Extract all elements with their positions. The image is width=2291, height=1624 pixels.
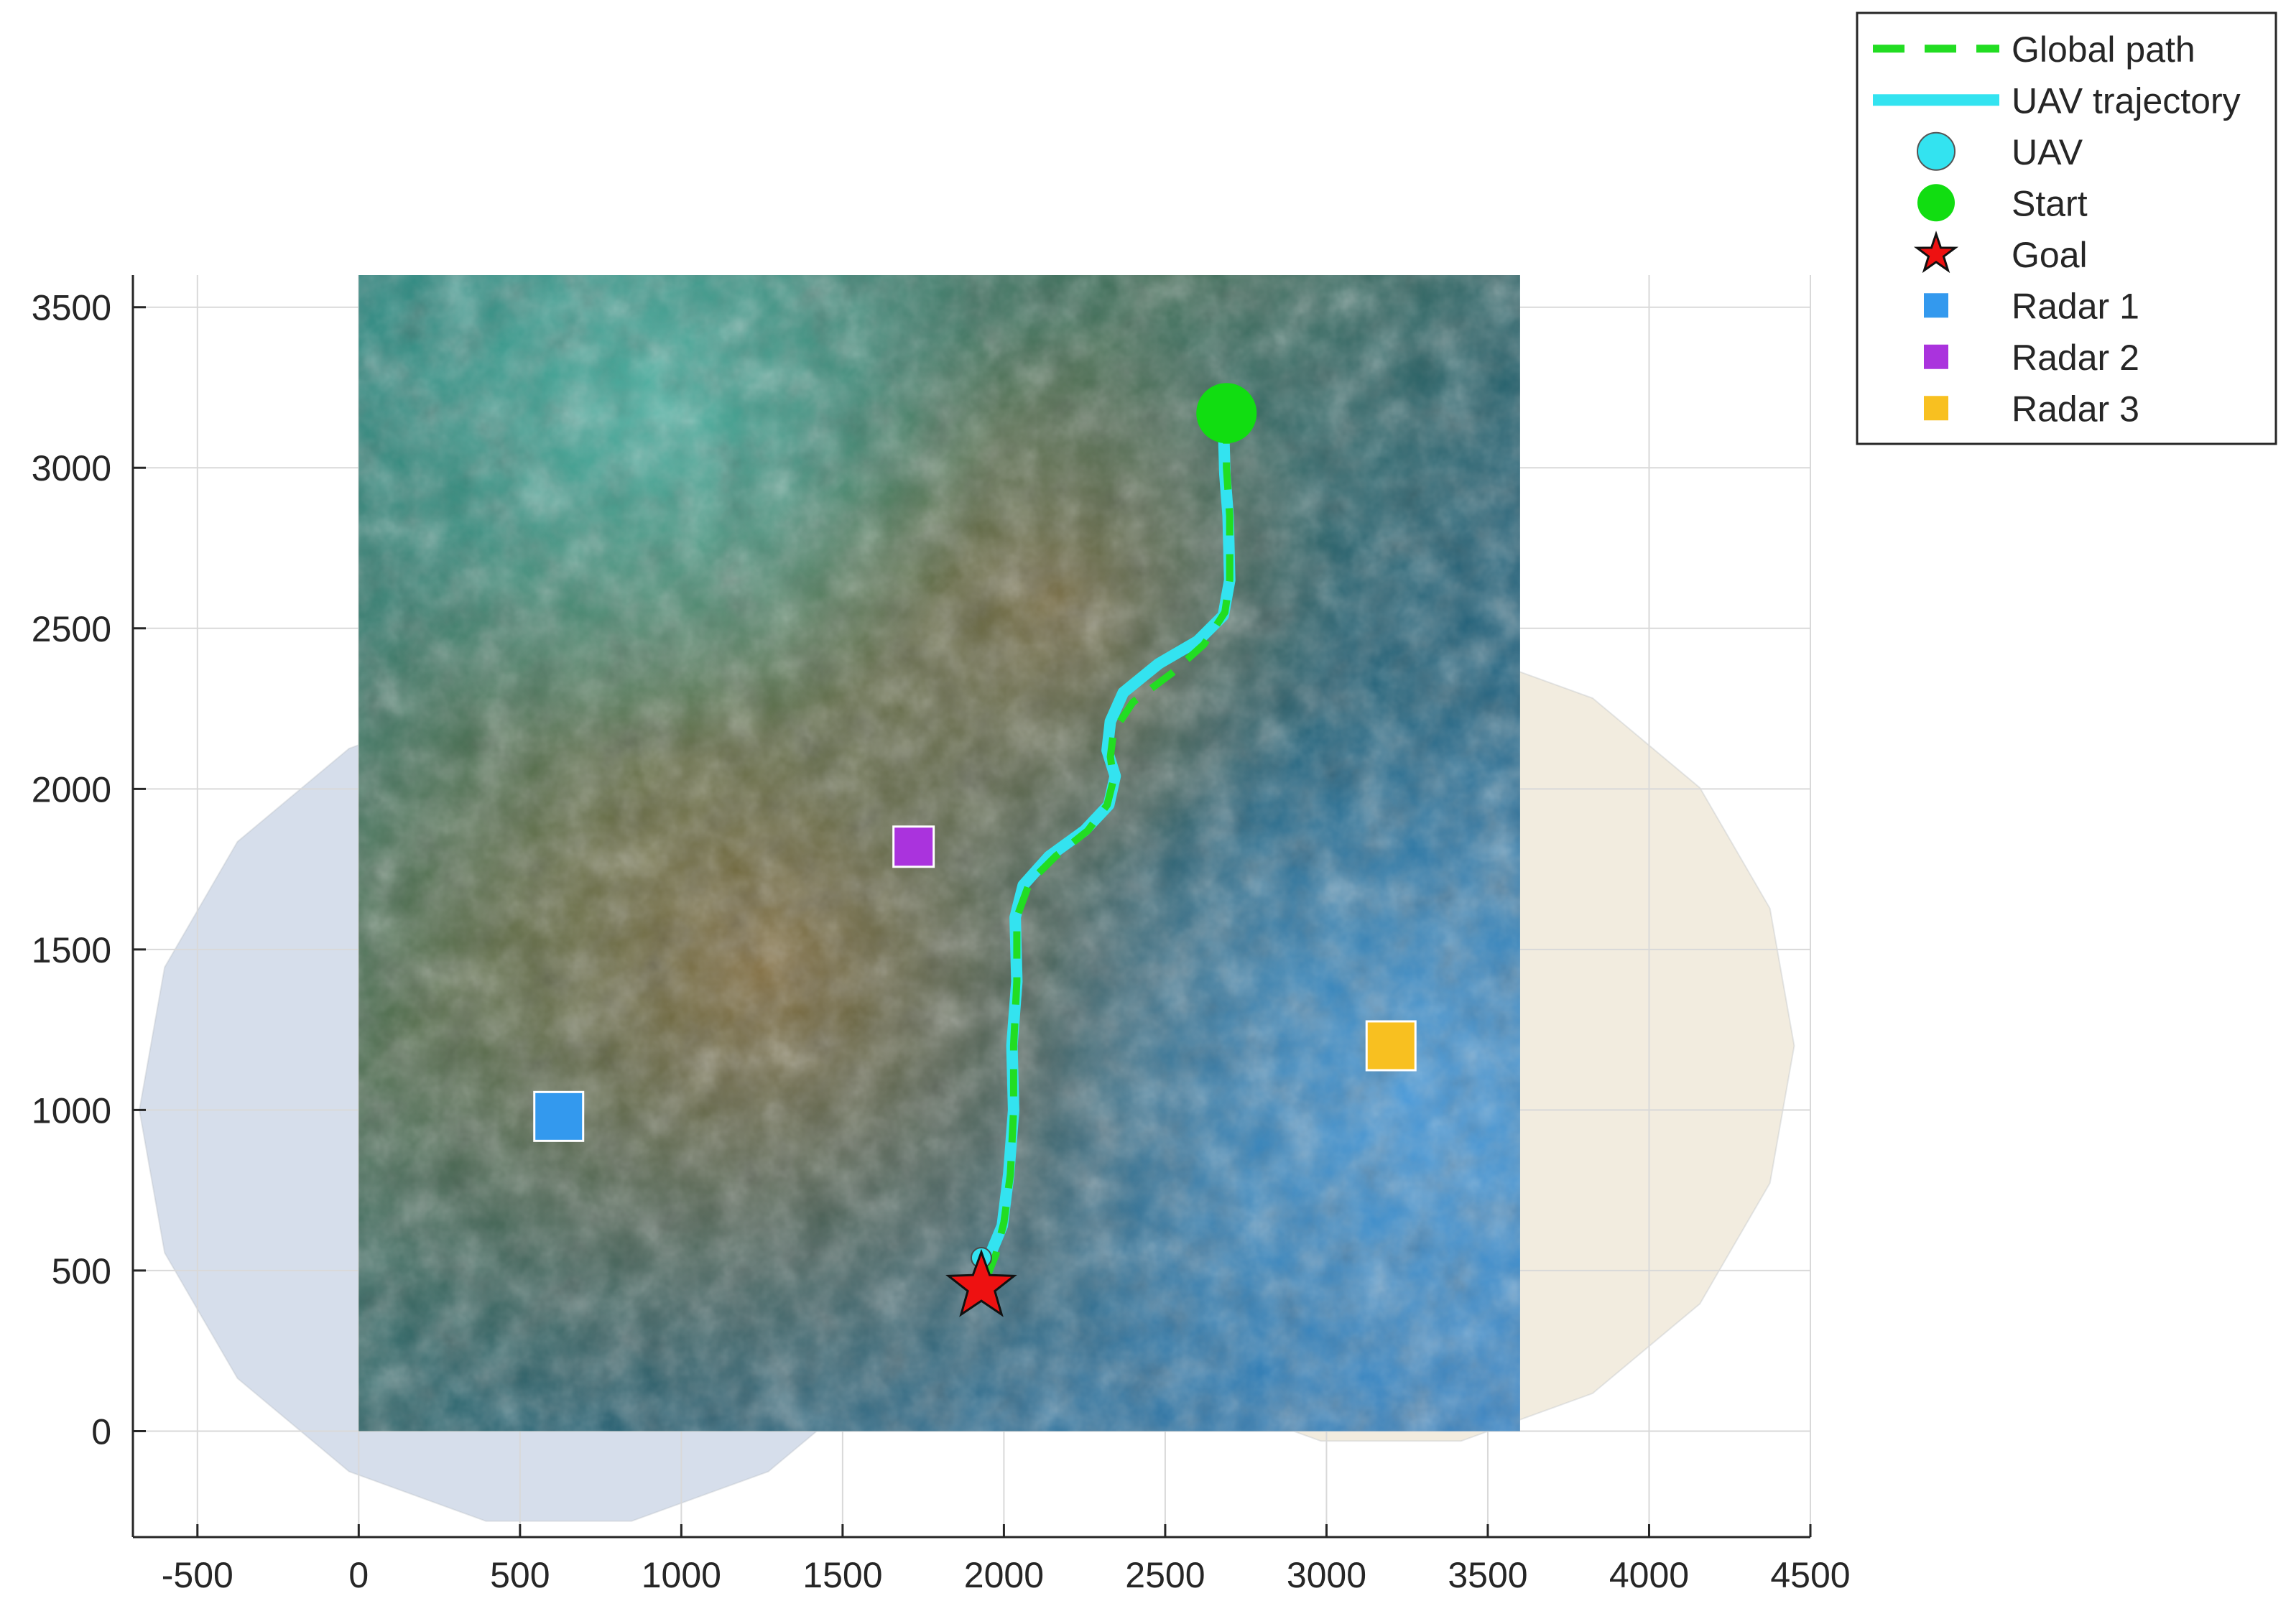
- x-tick-label: 1000: [642, 1555, 721, 1595]
- x-tick-label: 1500: [802, 1555, 882, 1595]
- marker-start: [1196, 383, 1257, 444]
- legend-label: UAV trajectory: [2012, 80, 2241, 121]
- terrain-texture: [358, 275, 1520, 1432]
- legend-label: Radar 1: [2012, 286, 2139, 326]
- y-tick-label: 1500: [32, 930, 111, 970]
- x-tick-label: 500: [490, 1555, 550, 1595]
- y-tick-label: 2000: [32, 769, 111, 809]
- y-tick-label: 3500: [32, 288, 111, 328]
- legend-symbol: [1917, 131, 1956, 171]
- legend-label: Radar 3: [2012, 389, 2139, 429]
- y-tick-label: 0: [91, 1411, 111, 1452]
- y-tick-label: 3000: [32, 448, 111, 488]
- x-tick-label: 3500: [1448, 1555, 1527, 1595]
- terrain-map: [358, 275, 1520, 1432]
- x-tick-label: 4000: [1609, 1555, 1689, 1595]
- legend-symbol: [1917, 184, 1955, 222]
- legend-label: Radar 2: [2012, 338, 2139, 378]
- x-tick-label: 2500: [1125, 1555, 1205, 1595]
- x-tick-label: 0: [348, 1555, 369, 1595]
- legend-label: Global path: [2012, 29, 2195, 70]
- legend-label: Start: [2012, 183, 2088, 223]
- x-tick-label: 3000: [1287, 1555, 1366, 1595]
- legend-symbol: [1924, 344, 1948, 369]
- legend-symbol: [1924, 293, 1948, 318]
- chart: -500 0 500 1000 1500 2000 2500 3000 3500 4000 4500…: [32, 11, 2277, 1595]
- x-tick-label: -500: [162, 1555, 233, 1595]
- y-tick-label: 1000: [32, 1090, 111, 1131]
- x-tick-label: 4500: [1770, 1555, 1850, 1595]
- y-tick-label: 500: [52, 1251, 111, 1291]
- legend-box: [1856, 11, 2277, 445]
- marker-radar-2: [892, 825, 935, 868]
- marker-radar-3: [1365, 1020, 1417, 1072]
- y-tick-label: 2500: [32, 609, 111, 649]
- legend-symbol: [1924, 396, 1948, 421]
- x-tick-label: 2000: [964, 1555, 1044, 1595]
- legend: Global path UAV trajectory UAV Start Goal Rad…: [1856, 11, 2277, 445]
- marker-radar-1: [533, 1090, 585, 1142]
- legend-label: Goal: [2012, 235, 2088, 275]
- legend-label: UAV: [2012, 132, 2083, 172]
